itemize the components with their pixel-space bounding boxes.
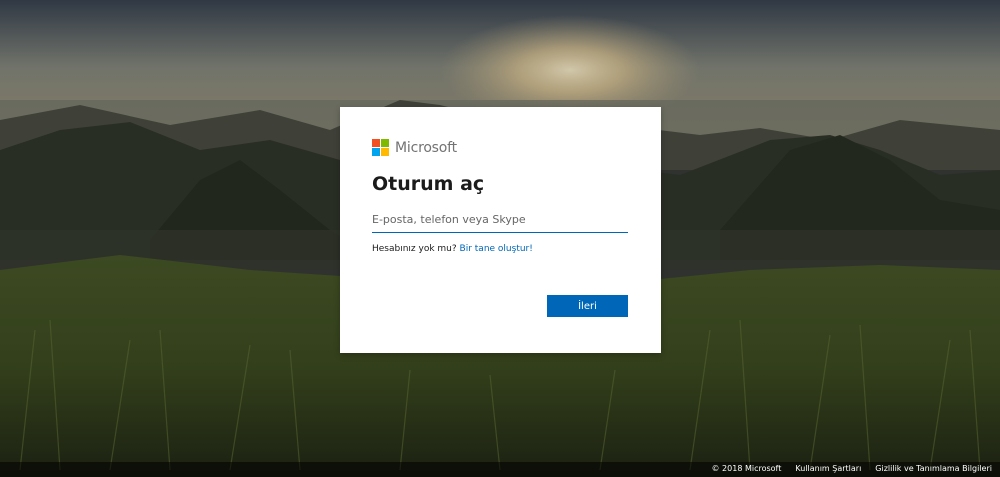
- page-title: Oturum aç: [372, 173, 485, 195]
- logo-square-blue: [372, 148, 380, 156]
- footer-privacy-link[interactable]: Gizlilik ve Tanımlama Bilgileri: [875, 464, 992, 473]
- logo-square-yellow: [381, 148, 389, 156]
- footer-bar: © 2018 Microsoft Kullanım Şartları Gizli…: [0, 462, 1000, 477]
- footer-terms-link[interactable]: Kullanım Şartları: [795, 464, 861, 473]
- logo-square-red: [372, 139, 380, 147]
- no-account-text: Hesabınız yok mu?: [372, 244, 457, 254]
- brand-name: Microsoft: [395, 140, 457, 156]
- signin-card: Microsoft Oturum aç Hesabınız yok mu? Bi…: [340, 107, 661, 353]
- no-account-row: Hesabınız yok mu? Bir tane oluştur!: [372, 244, 533, 254]
- next-button[interactable]: İleri: [547, 295, 628, 317]
- footer-copyright: © 2018 Microsoft: [711, 464, 782, 473]
- microsoft-logo-icon: [372, 139, 390, 157]
- logo-square-green: [381, 139, 389, 147]
- create-account-link[interactable]: Bir tane oluştur!: [460, 244, 533, 254]
- email-phone-skype-input[interactable]: [372, 208, 628, 233]
- brand-header: Microsoft: [372, 139, 457, 157]
